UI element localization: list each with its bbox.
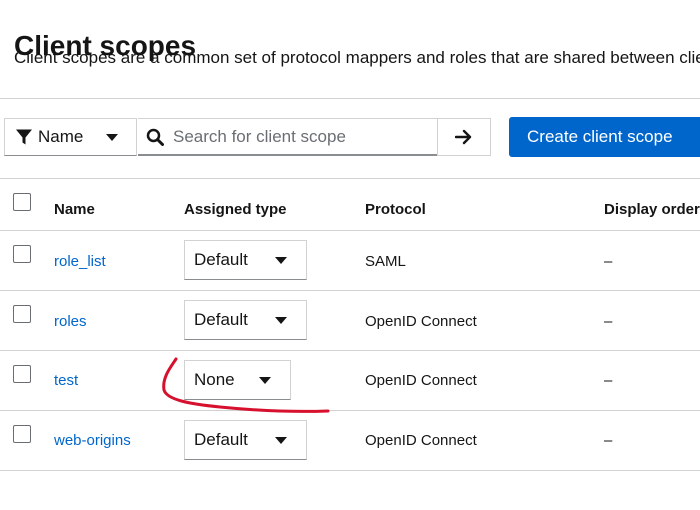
protocol-cell: OpenID Connect: [365, 372, 477, 389]
search-input[interactable]: [173, 126, 423, 147]
display-order-cell: –: [604, 253, 613, 270]
column-header-assigned-type: Assigned type: [184, 201, 287, 218]
row-divider: [0, 350, 700, 351]
table-header-divider: [0, 230, 700, 231]
protocol-cell: SAML: [365, 253, 406, 270]
assigned-type-value: Default: [194, 250, 248, 269]
filter-icon: [15, 128, 33, 146]
assigned-type-select[interactable]: Default: [184, 420, 307, 460]
scope-name-link[interactable]: web-origins: [54, 431, 131, 451]
header-divider: [0, 98, 700, 99]
scope-name-link[interactable]: test: [54, 371, 78, 391]
row-checkbox[interactable]: [13, 305, 31, 323]
column-header-name[interactable]: Name: [54, 200, 95, 220]
assigned-type-select[interactable]: Default: [184, 300, 307, 340]
assigned-type-select[interactable]: Default: [184, 240, 307, 280]
display-order-cell: –: [604, 432, 613, 449]
caret-down-icon: [275, 257, 287, 265]
scope-name-link[interactable]: role_list: [54, 252, 106, 272]
search-icon: [146, 128, 164, 146]
search-submit-button[interactable]: [437, 118, 491, 156]
caret-down-icon: [106, 134, 118, 142]
arrow-right-icon: [455, 129, 473, 145]
row-checkbox[interactable]: [13, 365, 31, 383]
display-order-cell: –: [604, 313, 613, 330]
caret-down-icon: [275, 437, 287, 445]
filter-attribute-label: Name: [38, 127, 84, 146]
row-checkbox[interactable]: [13, 245, 31, 263]
assigned-type-select[interactable]: None: [184, 360, 291, 400]
assigned-type-value: Default: [194, 310, 248, 329]
scope-name-link[interactable]: roles: [54, 312, 87, 332]
assigned-type-value: None: [194, 370, 235, 389]
column-header-display-order: Display order: [604, 201, 700, 218]
row-divider: [0, 410, 700, 411]
table-top-divider: [0, 178, 700, 179]
create-client-scope-button[interactable]: Create client scope: [509, 117, 700, 157]
column-header-protocol: Protocol: [365, 201, 426, 218]
protocol-cell: OpenID Connect: [365, 313, 477, 330]
display-order-cell: –: [604, 372, 613, 389]
row-divider: [0, 290, 700, 291]
filter-attribute-dropdown[interactable]: Name: [4, 118, 137, 156]
protocol-cell: OpenID Connect: [365, 432, 477, 449]
row-divider: [0, 470, 700, 471]
page-description: Client scopes are a common set of protoc…: [14, 48, 700, 67]
select-all-checkbox[interactable]: [13, 193, 31, 211]
row-checkbox[interactable]: [13, 425, 31, 443]
search-box: [138, 118, 437, 156]
caret-down-icon: [275, 317, 287, 325]
caret-down-icon: [259, 377, 271, 385]
assigned-type-value: Default: [194, 430, 248, 449]
